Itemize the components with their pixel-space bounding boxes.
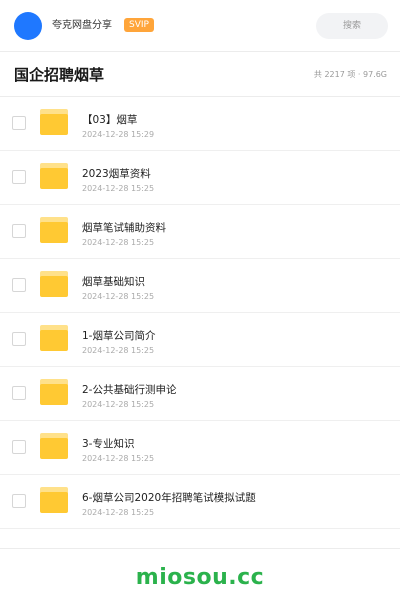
select-checkbox[interactable] (12, 332, 26, 346)
page-title: 国企招聘烟草 (14, 66, 105, 84)
list-item[interactable]: 3-专业知识 2024-12-28 15:25 (0, 421, 400, 475)
folder-icon (40, 163, 68, 189)
select-checkbox[interactable] (12, 116, 26, 130)
file-name: 2-公共基础行测申论 (82, 384, 177, 396)
file-date: 2024-12-28 15:25 (82, 400, 155, 409)
svip-badge: SVIP (124, 18, 154, 32)
file-name: 3-专业知识 (82, 438, 135, 450)
folder-icon (40, 487, 68, 513)
top-bar: 夸克网盘分享 SVIP 搜索 (0, 0, 400, 52)
select-checkbox[interactable] (12, 494, 26, 508)
folder-icon (40, 433, 68, 459)
watermark: miosou.cc (135, 565, 265, 590)
list-item[interactable]: 2-公共基础行测申论 2024-12-28 15:25 (0, 367, 400, 421)
file-list: 【03】烟草 2024-12-28 15:29 2023烟草资料 2024-12… (0, 97, 400, 529)
avatar[interactable] (14, 12, 42, 40)
list-item[interactable]: 【03】烟草 2024-12-28 15:29 (0, 97, 400, 151)
folder-icon (40, 271, 68, 297)
file-date: 2024-12-28 15:29 (82, 130, 155, 139)
select-checkbox[interactable] (12, 386, 26, 400)
file-name: 2023烟草资料 (82, 168, 151, 180)
list-item[interactable]: 6-烟草公司2020年招聘笔试模拟试题 2024-12-28 15:25 (0, 475, 400, 529)
item-count-summary: 共 2217 项 · 97.6G (313, 70, 387, 79)
select-checkbox[interactable] (12, 224, 26, 238)
file-date: 2024-12-28 15:25 (82, 184, 155, 193)
file-name: 【03】烟草 (82, 114, 138, 126)
folder-icon (40, 217, 68, 243)
folder-header: 国企招聘烟草 共 2217 项 · 97.6G (0, 53, 400, 97)
list-item[interactable]: 烟草基础知识 2024-12-28 15:25 (0, 259, 400, 313)
select-checkbox[interactable] (12, 278, 26, 292)
list-item[interactable]: 2023烟草资料 2024-12-28 15:25 (0, 151, 400, 205)
file-date: 2024-12-28 15:25 (82, 508, 155, 517)
folder-icon (40, 109, 68, 135)
list-item[interactable]: 1-烟草公司简介 2024-12-28 15:25 (0, 313, 400, 367)
file-date: 2024-12-28 15:25 (82, 454, 155, 463)
file-date: 2024-12-28 15:25 (82, 238, 155, 247)
file-date: 2024-12-28 15:25 (82, 346, 155, 355)
file-name: 6-烟草公司2020年招聘笔试模拟试题 (82, 492, 256, 504)
folder-icon (40, 379, 68, 405)
file-date: 2024-12-28 15:25 (82, 292, 155, 301)
select-checkbox[interactable] (12, 170, 26, 184)
select-checkbox[interactable] (12, 440, 26, 454)
file-name: 1-烟草公司简介 (82, 330, 156, 342)
username: 夸克网盘分享 (52, 20, 112, 31)
list-item[interactable]: 烟草笔试辅助资料 2024-12-28 15:25 (0, 205, 400, 259)
file-name: 烟草基础知识 (82, 276, 145, 288)
file-name: 烟草笔试辅助资料 (82, 222, 166, 234)
search-button[interactable]: 搜索 (316, 13, 388, 39)
folder-icon (40, 325, 68, 351)
